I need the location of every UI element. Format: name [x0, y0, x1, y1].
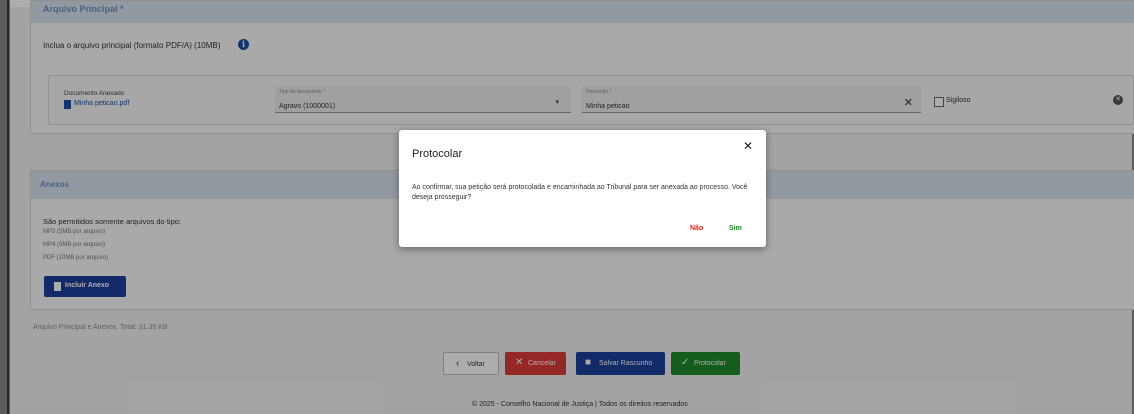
- modal-title: Protocolar: [412, 148, 463, 160]
- close-icon[interactable]: ✕: [743, 139, 753, 153]
- protocolar-modal: Protocolar ✕ Ao confirmar, sua petição s…: [399, 130, 766, 247]
- nao-button[interactable]: Não: [690, 225, 703, 232]
- sim-button[interactable]: Sim: [729, 225, 742, 232]
- modal-body: Ao confirmar, sua petição será protocola…: [412, 184, 748, 201]
